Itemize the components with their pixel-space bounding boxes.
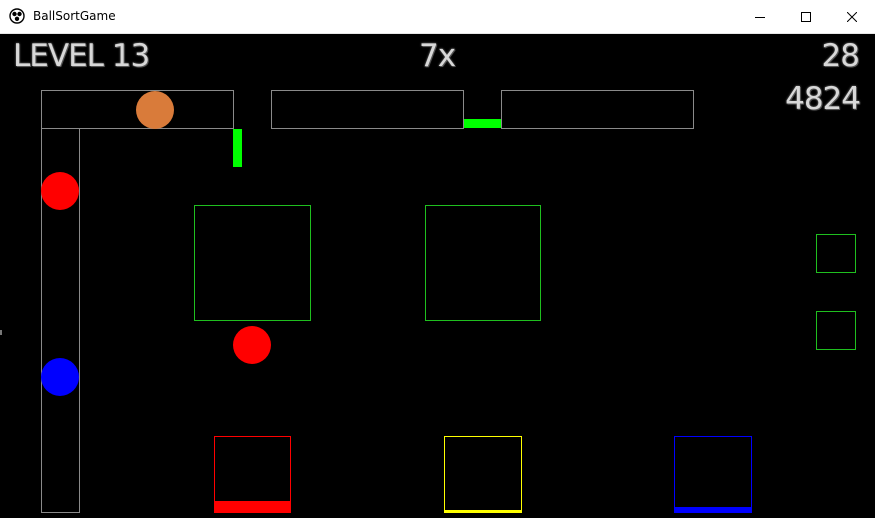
gate-vertical[interactable] bbox=[233, 129, 242, 167]
gate-horizontal[interactable] bbox=[464, 119, 501, 128]
ball-sort-game-icon bbox=[9, 8, 25, 24]
small-target-bottom[interactable] bbox=[816, 311, 856, 350]
ball-blue-track bbox=[41, 358, 79, 396]
close-button[interactable] bbox=[829, 0, 875, 33]
score-counter: 4824 bbox=[785, 81, 861, 117]
bin-blue bbox=[674, 436, 752, 513]
bin-red bbox=[214, 436, 291, 513]
top-track-middle bbox=[271, 90, 464, 129]
minimize-button[interactable] bbox=[737, 0, 783, 33]
bin-red-fill bbox=[214, 501, 291, 513]
window-title: BallSortGame bbox=[33, 9, 116, 23]
target-box-2[interactable] bbox=[425, 205, 541, 321]
title-bar[interactable]: BallSortGame bbox=[0, 0, 875, 34]
ball-red-track bbox=[41, 172, 79, 210]
top-track-right bbox=[501, 90, 694, 129]
moves-counter: 28 bbox=[821, 38, 860, 74]
bin-yellow-fill bbox=[444, 510, 522, 513]
edge-marker bbox=[0, 330, 2, 335]
game-window: BallSortGame LEVEL 13 7x 28 4824 bbox=[0, 0, 875, 518]
level-label: LEVEL 13 bbox=[13, 38, 150, 74]
ball-orange bbox=[136, 91, 174, 129]
small-target-top[interactable] bbox=[816, 234, 856, 273]
ball-red-falling bbox=[233, 326, 271, 364]
multiplier-label: 7x bbox=[419, 38, 456, 74]
game-canvas[interactable]: LEVEL 13 7x 28 4824 bbox=[0, 34, 875, 518]
bin-yellow bbox=[444, 436, 522, 513]
maximize-icon bbox=[801, 11, 811, 22]
minimize-icon bbox=[755, 16, 765, 18]
maximize-button[interactable] bbox=[783, 0, 829, 33]
bin-blue-fill bbox=[674, 507, 752, 513]
target-box-1[interactable] bbox=[194, 205, 311, 321]
close-icon bbox=[847, 11, 857, 22]
